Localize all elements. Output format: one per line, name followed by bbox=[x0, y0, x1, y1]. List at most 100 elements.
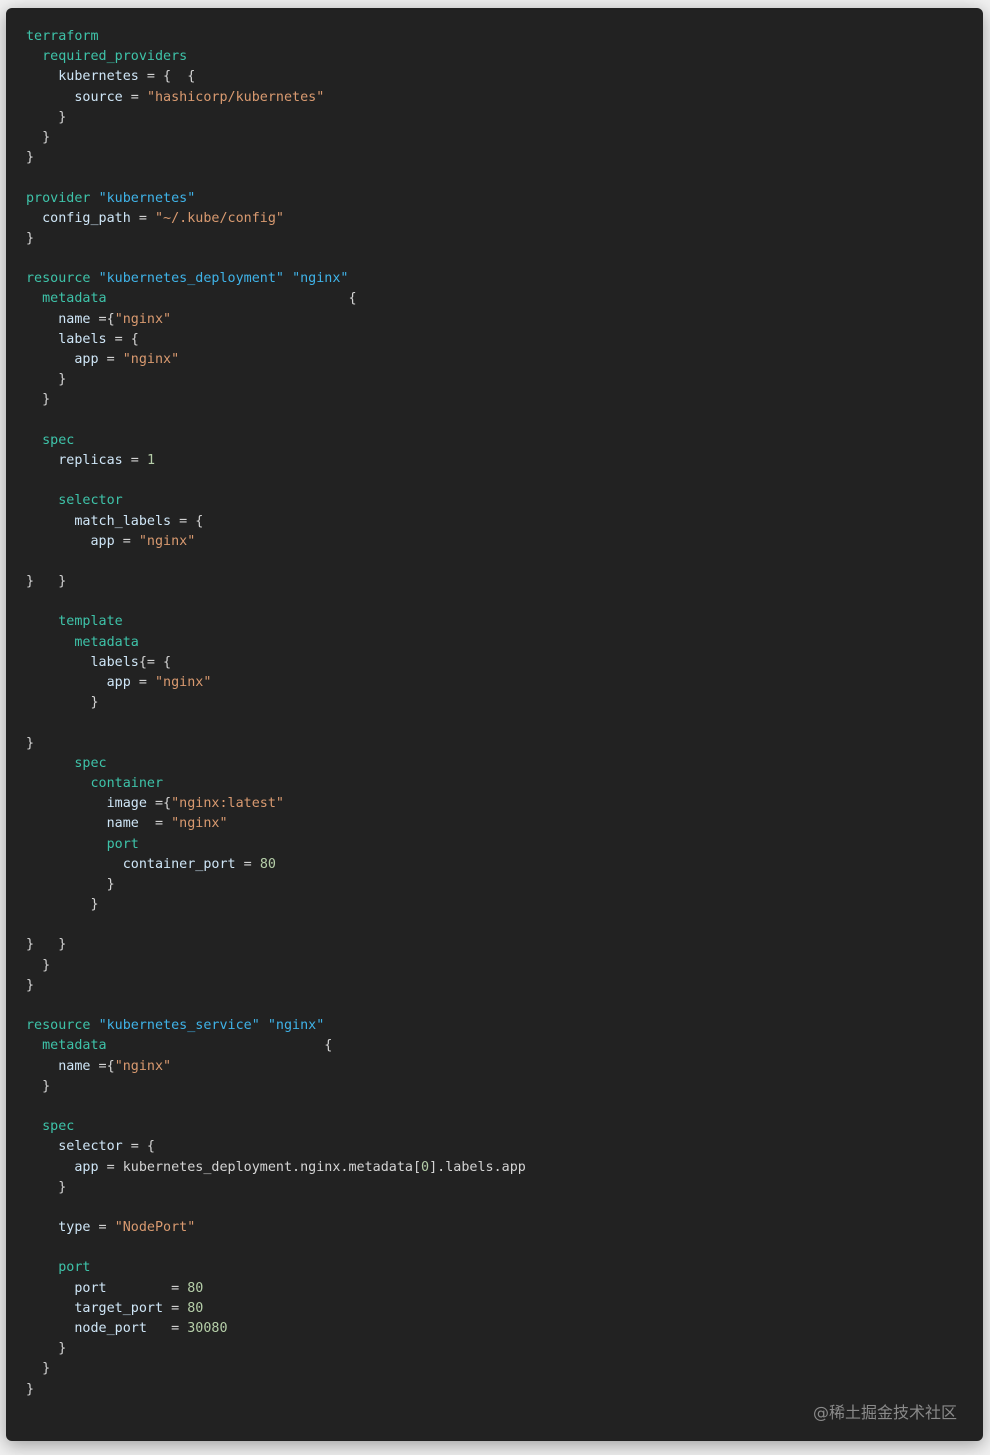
code-token: = bbox=[130, 210, 155, 226]
code-line: spec bbox=[26, 431, 526, 451]
code-line: } bbox=[26, 108, 526, 128]
code-token: kubernetes bbox=[58, 69, 139, 85]
code-line: app = "nginx" bbox=[26, 673, 526, 693]
code-token: app bbox=[74, 1159, 99, 1175]
code-token: labels bbox=[90, 654, 139, 670]
code-token: {= { bbox=[138, 654, 172, 670]
code-token: = bbox=[235, 856, 260, 872]
code-line: spec bbox=[26, 1117, 526, 1137]
code-token: resource bbox=[26, 271, 91, 287]
code-token: } bbox=[26, 109, 67, 125]
code-line: kubernetes = { { bbox=[26, 67, 526, 87]
code-line: terraform bbox=[26, 27, 526, 47]
code-token: terraform bbox=[26, 29, 99, 44]
code-token: container_port bbox=[122, 856, 236, 872]
code-line: source = "hashicorp/kubernetes" bbox=[26, 88, 526, 108]
code-line: image ={"nginx:latest" bbox=[26, 794, 526, 814]
code-token: metadata bbox=[74, 634, 139, 650]
code-line: match_labels = { bbox=[26, 512, 526, 532]
code-token: } bbox=[26, 1381, 35, 1397]
code-line: resource "kubernetes_service" "nginx" bbox=[26, 1016, 526, 1036]
code-token: resource bbox=[26, 1018, 91, 1034]
code-line: port bbox=[26, 835, 526, 855]
code-token: required_providers bbox=[42, 49, 188, 65]
code-line: name ={"nginx" bbox=[26, 310, 526, 330]
code-line: } } bbox=[26, 935, 526, 955]
code-token: "NodePort" bbox=[114, 1220, 196, 1236]
code-line: } bbox=[26, 148, 526, 168]
code-token: "kubernetes_deployment" bbox=[98, 271, 284, 287]
code-token: } bbox=[26, 735, 35, 751]
code-token: } bbox=[26, 129, 51, 145]
code-token: spec bbox=[42, 432, 75, 448]
code-line: } bbox=[26, 956, 526, 976]
code-token: } } bbox=[26, 574, 67, 590]
code-token: = bbox=[138, 816, 172, 832]
code-line: provider "kubernetes" bbox=[26, 189, 526, 209]
code-token: type bbox=[58, 1220, 91, 1236]
code-line: target_port = 80 bbox=[26, 1299, 526, 1319]
code-token: "nginx" bbox=[171, 816, 228, 832]
code-token: ].labels.app bbox=[429, 1159, 526, 1175]
code-token: container bbox=[90, 775, 164, 791]
code-line: } } bbox=[26, 572, 526, 592]
code-token: { bbox=[106, 1038, 333, 1054]
code-line: selector = { bbox=[26, 1137, 526, 1157]
code-token: } bbox=[26, 876, 115, 892]
code-line: } bbox=[26, 1077, 526, 1097]
code-token: } bbox=[26, 1341, 67, 1357]
code-token: } bbox=[26, 1179, 67, 1195]
code-token: image bbox=[106, 796, 147, 812]
code-token: metadata bbox=[42, 291, 107, 307]
code-token: "~/.kube/config" bbox=[155, 210, 284, 226]
code-line: resource "kubernetes_deployment" "nginx" bbox=[26, 269, 526, 289]
code-line: metadata { bbox=[26, 289, 526, 309]
code-line: app = "nginx" bbox=[26, 532, 526, 552]
code-token: labels bbox=[58, 331, 107, 347]
code-line: name = "nginx" bbox=[26, 814, 526, 834]
code-token: } bbox=[26, 1078, 51, 1094]
code-token: app bbox=[106, 675, 131, 690]
code-token: provider bbox=[26, 190, 91, 206]
code-token: } } bbox=[26, 937, 67, 953]
code-token: node_port bbox=[74, 1321, 147, 1336]
code-token: = bbox=[90, 1220, 115, 1236]
code-token: "kubernetes_service" bbox=[98, 1018, 260, 1034]
code-token: port bbox=[106, 836, 139, 852]
code-token: "nginx" bbox=[138, 533, 196, 549]
code-token: ={ bbox=[146, 796, 172, 812]
code-line: app = "nginx" bbox=[26, 350, 526, 370]
code-token: config_path bbox=[42, 210, 131, 226]
code-line: } bbox=[26, 875, 526, 895]
code-token: replicas bbox=[58, 452, 123, 468]
code-line: } bbox=[26, 693, 526, 713]
code-token: ={ bbox=[90, 1058, 115, 1074]
code-token: } bbox=[26, 957, 51, 973]
code-line: container bbox=[26, 774, 526, 794]
code-line: metadata { bbox=[26, 1036, 526, 1056]
code-token: target_port bbox=[74, 1300, 164, 1316]
code-token: name bbox=[58, 1058, 91, 1074]
code-token: spec bbox=[74, 755, 107, 771]
code-line: app = kubernetes_deployment.nginx.metada… bbox=[26, 1158, 526, 1178]
code-token: } bbox=[26, 897, 99, 913]
code-token: metadata bbox=[42, 1038, 107, 1054]
code-line: } bbox=[26, 895, 526, 915]
